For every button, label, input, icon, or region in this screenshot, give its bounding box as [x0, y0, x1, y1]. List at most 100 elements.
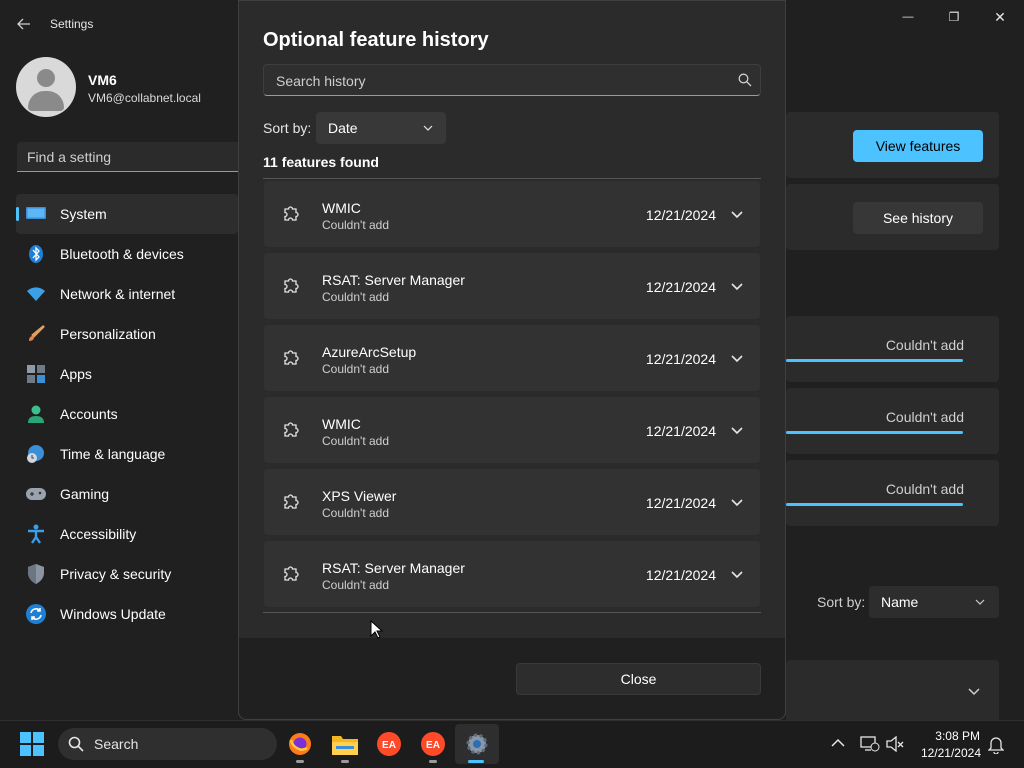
feature-name: RSAT: Server Manager: [322, 272, 465, 288]
dialog-title: Optional feature history: [263, 29, 489, 51]
start-button[interactable]: [18, 730, 46, 758]
start-icon: [20, 732, 44, 756]
user-email: VM6@collabnet.local: [88, 91, 201, 105]
taskbar-app-ea[interactable]: EA: [419, 730, 447, 758]
feature-history-item[interactable]: RSAT: Server Manager Couldn't add 12/21/…: [264, 253, 760, 319]
sidebar-item-label: Accounts: [60, 406, 118, 422]
accessibility-icon: [26, 524, 46, 544]
shield-icon: [26, 564, 46, 584]
globe-clock-icon: [26, 444, 46, 464]
chevron-down-icon: [423, 125, 433, 131]
maximize-button[interactable]: ❐: [934, 6, 974, 28]
progress-bar: [786, 503, 963, 506]
taskbar-app-settings[interactable]: [463, 730, 491, 758]
feature-date: 12/21/2024: [645, 567, 716, 583]
chevron-down-icon[interactable]: [731, 209, 743, 221]
taskbar-app-firefox[interactable]: [286, 730, 314, 758]
sidebar-item-label: System: [60, 206, 107, 222]
feature-history-item[interactable]: WMIC Couldn't add 12/21/2024: [264, 397, 760, 463]
clock-date[interactable]: 12/21/2024: [914, 746, 981, 760]
taskbar-app-ea[interactable]: EA: [375, 730, 403, 758]
feature-history-item[interactable]: RSAT: Server Manager Couldn't add 12/21/…: [264, 541, 760, 607]
find-setting-input[interactable]: Find a setting: [17, 142, 247, 172]
feature-status: Couldn't add: [322, 578, 390, 592]
results-count: 11 features found: [263, 154, 379, 170]
puzzle-icon: [284, 350, 299, 365]
feature-history-item[interactable]: WMIC Couldn't add 12/21/2024: [264, 181, 760, 247]
chevron-down-icon[interactable]: [731, 353, 743, 365]
sidebar-item-network[interactable]: Network & internet: [16, 274, 238, 314]
bluetooth-icon: [26, 244, 46, 264]
feature-status: Couldn't add: [322, 290, 390, 304]
feature-status: Couldn't add: [322, 506, 390, 520]
sidebar-item-time-language[interactable]: Time & language: [16, 434, 238, 474]
sort-by-dropdown[interactable]: Name: [869, 586, 999, 618]
chevron-up-icon[interactable]: [831, 738, 845, 748]
ea-icon: EA: [377, 732, 401, 756]
search-history-input[interactable]: [274, 71, 718, 91]
feature-history-item[interactable]: AzureArcSetup Couldn't add 12/21/2024: [264, 325, 760, 391]
chevron-down-icon[interactable]: [731, 497, 743, 509]
feature-name: RSAT: Server Manager: [322, 560, 465, 576]
volume-muted-icon[interactable]: [886, 736, 904, 752]
see-history-button[interactable]: See history: [853, 202, 983, 234]
sidebar-item-privacy-security[interactable]: Privacy & security: [16, 554, 238, 594]
svg-text:EA: EA: [426, 740, 440, 751]
sidebar-item-windows-update[interactable]: Windows Update: [16, 594, 238, 634]
sidebar-item-accounts[interactable]: Accounts: [16, 394, 238, 434]
minimize-icon: —: [902, 11, 914, 23]
feature-date: 12/21/2024: [645, 495, 716, 511]
feature-history-item[interactable]: XPS Viewer Couldn't add 12/21/2024: [264, 469, 760, 535]
puzzle-icon: [284, 566, 299, 581]
close-button[interactable]: Close: [516, 663, 761, 695]
sidebar-item-apps[interactable]: Apps: [16, 354, 238, 394]
sort-by-label: Sort by:: [263, 120, 312, 136]
sidebar-nav: System Bluetooth & devices Network & int…: [16, 194, 238, 634]
file-explorer-icon: [332, 736, 358, 755]
running-indicator: [341, 760, 349, 763]
sidebar-item-accessibility[interactable]: Accessibility: [16, 514, 238, 554]
network-icon[interactable]: [860, 736, 880, 752]
search-history-box[interactable]: [263, 64, 761, 96]
chevron-down-icon[interactable]: [731, 569, 743, 581]
avatar[interactable]: [16, 57, 76, 117]
person-icon: [26, 404, 46, 424]
chevron-down-icon[interactable]: [966, 684, 982, 700]
sidebar-item-label: Privacy & security: [60, 566, 172, 582]
sidebar-item-label: Personalization: [60, 326, 156, 342]
wifi-icon: [26, 284, 46, 304]
taskbar-search[interactable]: Search: [58, 728, 277, 760]
sidebar-item-bluetooth[interactable]: Bluetooth & devices: [16, 234, 238, 274]
firefox-icon: [289, 733, 311, 755]
search-icon: [68, 736, 84, 752]
monitor-icon: [26, 204, 46, 224]
sidebar-item-system[interactable]: System: [16, 194, 238, 234]
search-icon[interactable]: [738, 73, 752, 87]
close-icon: ✕: [994, 8, 1006, 25]
sidebar-item-label: Windows Update: [60, 606, 166, 622]
taskbar-app-file-explorer[interactable]: [331, 730, 359, 758]
close-window-button[interactable]: ✕: [980, 6, 1020, 28]
back-button[interactable]: [12, 12, 36, 36]
sort-by-value: Name: [881, 594, 919, 610]
puzzle-icon: [284, 494, 299, 509]
feature-date: 12/21/2024: [645, 207, 716, 223]
sidebar-item-personalization[interactable]: Personalization: [16, 314, 238, 354]
sidebar-item-gaming[interactable]: Gaming: [16, 474, 238, 514]
mouse-cursor-icon: [370, 620, 384, 639]
divider: [263, 178, 761, 179]
minimize-button[interactable]: —: [888, 6, 928, 28]
status-text: Couldn't add: [885, 409, 964, 425]
sort-by-dropdown[interactable]: Date: [316, 112, 446, 144]
notification-bell-icon[interactable]: [988, 736, 1004, 754]
running-indicator: [296, 760, 304, 763]
feature-date: 12/21/2024: [645, 423, 716, 439]
sidebar-item-label: Gaming: [60, 486, 110, 502]
brush-icon: [26, 324, 46, 344]
chevron-down-icon[interactable]: [731, 281, 743, 293]
view-features-button[interactable]: View features: [853, 130, 983, 162]
chevron-down-icon[interactable]: [731, 425, 743, 437]
user-name: VM6: [88, 72, 117, 88]
sidebar-item-label: Bluetooth & devices: [60, 246, 184, 262]
clock-time[interactable]: 3:08 PM: [922, 729, 980, 743]
